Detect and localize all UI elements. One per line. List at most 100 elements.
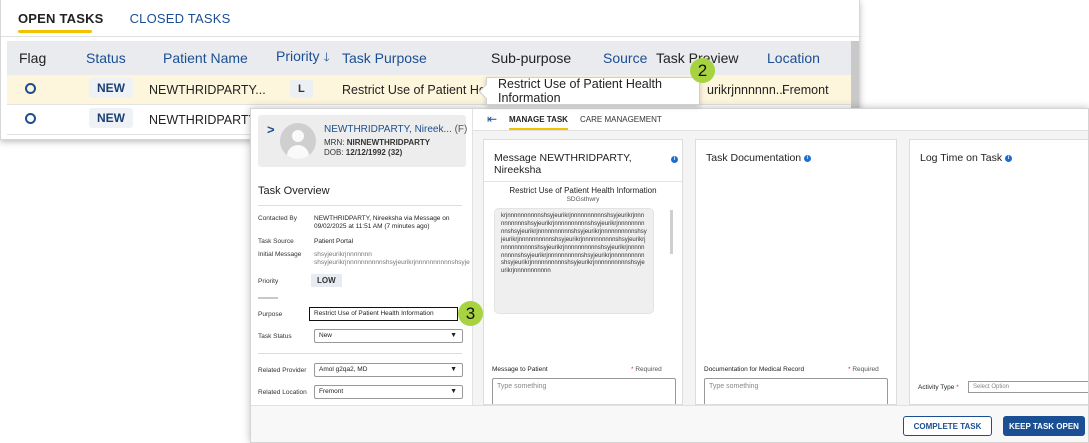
divider	[484, 181, 682, 182]
log-time-title-text: Log Time on Task	[920, 152, 1003, 164]
tab-care-management[interactable]: CARE MANAGEMENT	[580, 115, 662, 124]
status-badge: NEW	[89, 108, 133, 128]
message-title-line2: Nireeksha	[494, 164, 542, 176]
priority-badge: LOW	[311, 274, 342, 287]
task-list-tabs: OPEN TASKS CLOSED TASKS	[1, 0, 859, 36]
required-text: Required	[852, 366, 879, 373]
dropdown-arrow-icon: ▼	[450, 332, 457, 339]
priority-header-label: Priority	[276, 47, 320, 64]
task-status-value: New	[319, 332, 333, 339]
avatar	[280, 123, 316, 159]
column-header-status[interactable]: Status	[86, 50, 126, 66]
mrn-label: MRN:	[324, 138, 345, 147]
task-documentation-title: Task Documentation i	[706, 152, 812, 164]
divider	[258, 353, 462, 354]
location-cell: Fremont	[782, 83, 829, 97]
task-status-label: Task Status	[258, 333, 292, 340]
required-indicator: * Required	[631, 366, 662, 373]
message-card-title: Message NEWTHRIDPARTY, Nireeksha	[494, 152, 679, 176]
patient-name-link[interactable]: NEWTHRIDPARTY, Nireek... (F)	[324, 124, 467, 135]
collapse-sidebar-icon[interactable]: ⇤	[487, 112, 497, 126]
task-detail-panel: > NEWTHRIDPARTY, Nireek... (F) MRN: NIRN…	[250, 108, 1089, 443]
column-header-task-purpose[interactable]: Task Purpose	[342, 50, 427, 66]
task-status-select[interactable]: New ▼	[314, 329, 463, 343]
log-time-card: Log Time on Task i Activity Type * Select…	[909, 139, 1088, 405]
manage-task-workarea: Message NEWTHRIDPARTY, Nireeksha i Restr…	[473, 131, 1088, 405]
related-location-value: Fremont	[319, 388, 344, 395]
related-location-label: Related Location	[258, 389, 307, 396]
dob-label: DOB:	[324, 148, 344, 157]
task-overview-sidebar: > NEWTHRIDPARTY, Nireek... (F) MRN: NIRN…	[251, 109, 473, 405]
message-to-patient-input[interactable]: Type something	[492, 378, 676, 404]
table-header: Flag Status Patient Name Priority 🡓 Task…	[7, 41, 853, 75]
info-icon[interactable]: i	[1005, 154, 1013, 162]
status-badge-text: NEW	[89, 78, 133, 98]
tab-open-tasks[interactable]: OPEN TASKS	[18, 11, 104, 36]
activity-type-text: Activity Type	[918, 384, 955, 391]
table-row[interactable]: NEW NEWTHRIDPARTY... L Restrict Use of P…	[7, 75, 853, 105]
patient-name-cell[interactable]: NEWTHRIDPARTY...	[149, 83, 266, 97]
patient-dob: DOB: 12/12/1992 (32)	[324, 148, 402, 157]
required-text: Required	[635, 366, 662, 373]
status-badge-text: NEW	[89, 108, 133, 128]
step-marker-3: 3	[458, 301, 483, 326]
complete-task-button[interactable]: COMPLETE TASK	[903, 416, 992, 436]
activity-type-select[interactable]: Select Option	[968, 381, 1088, 393]
related-provider-label: Related Provider	[258, 367, 307, 374]
required-indicator: * Required	[848, 366, 879, 373]
column-header-flag[interactable]: Flag	[19, 50, 46, 66]
activity-type-label: Activity Type *	[918, 384, 959, 391]
related-provider-value: Amol g2qa2, MD	[319, 366, 368, 373]
contacted-by-line1: NEWTHRIDPARTY, Nireeksha via Message on	[314, 215, 450, 222]
message-subpurpose: SDGsthwry	[566, 196, 600, 203]
patient-name-text: NEWTHRIDPARTY, Nireek...	[324, 124, 452, 135]
detail-tab-bar: ⇤ MANAGE TASK CARE MANAGEMENT	[473, 109, 1088, 131]
column-header-priority[interactable]: Priority 🡓	[276, 48, 330, 69]
task-purpose-tooltip: Restrict Use of Patient Health Informati…	[486, 77, 700, 105]
status-badge: NEW	[89, 78, 133, 98]
documentation-input[interactable]: Type something	[704, 378, 888, 404]
initial-message-label: Initial Message	[258, 251, 302, 258]
flag-toggle-icon[interactable]	[25, 83, 36, 94]
initial-message-line2: shsyjeurikrjnnnnnnnnnnshsyjeurikrjnnnnnn…	[314, 259, 470, 266]
column-header-sub-purpose[interactable]: Sub-purpose	[491, 50, 571, 66]
keep-task-open-button[interactable]: KEEP TASK OPEN	[1003, 416, 1085, 436]
column-header-location[interactable]: Location	[767, 50, 820, 66]
task-source-value: Patient Portal	[314, 238, 354, 245]
message-to-patient-label: Message to Patient	[492, 366, 548, 373]
mrn-value: NIRNEWTHRIDPARTY	[346, 138, 431, 147]
dropdown-arrow-icon: ▼	[450, 388, 457, 395]
column-header-source[interactable]: Source	[603, 50, 647, 66]
patient-name-cell[interactable]: NEWTHRIDPARTY	[149, 113, 257, 127]
priority-badge-text: L	[290, 80, 313, 98]
related-location-select[interactable]: Fremont ▼	[314, 385, 463, 399]
required-asterisk: *	[956, 384, 959, 391]
drag-handle[interactable]	[258, 297, 278, 299]
dob-value: 12/12/1992 (32)	[345, 148, 403, 157]
chevron-right-icon[interactable]: >	[267, 122, 275, 137]
tab-closed-tasks[interactable]: CLOSED TASKS	[130, 11, 231, 36]
initial-message-line1: shsyjeurikrjnnnnnnn	[314, 251, 372, 258]
sort-down-arrow-icon: 🡓	[323, 49, 330, 64]
action-footer: COMPLETE TASK KEEP TASK OPEN	[251, 405, 1088, 442]
task-documentation-title-text: Task Documentation	[706, 152, 802, 164]
message-scrollbar[interactable]	[670, 210, 673, 254]
related-provider-select[interactable]: Amol g2qa2, MD ▼	[314, 363, 463, 377]
tabs-divider	[1, 36, 859, 37]
divider	[258, 205, 462, 206]
flag-toggle-icon[interactable]	[25, 113, 36, 124]
message-title-line1: Message NEWTHRIDPARTY,	[494, 152, 632, 164]
purpose-label: Purpose	[258, 311, 283, 318]
info-icon[interactable]: i	[671, 156, 678, 163]
message-subject: Restrict Use of Patient Health Informati…	[509, 186, 657, 195]
column-header-patient-name[interactable]: Patient Name	[163, 50, 248, 66]
info-icon[interactable]: i	[804, 154, 812, 162]
message-card: Message NEWTHRIDPARTY, Nireeksha i Restr…	[483, 139, 683, 405]
task-documentation-card: Task Documentation i Documentation for Me…	[695, 139, 897, 405]
contacted-by-line2: 09/02/2025 at 11:51 AM (7 minutes ago)	[314, 223, 430, 230]
task-preview-cell: urikrjnnnnnn...	[707, 83, 787, 97]
tab-manage-task[interactable]: MANAGE TASK	[509, 115, 568, 130]
patient-mrn: MRN: NIRNEWTHRIDPARTY	[324, 138, 430, 147]
patient-card[interactable]: > NEWTHRIDPARTY, Nireek... (F) MRN: NIRN…	[258, 115, 467, 167]
priority-badge: L	[290, 80, 313, 98]
